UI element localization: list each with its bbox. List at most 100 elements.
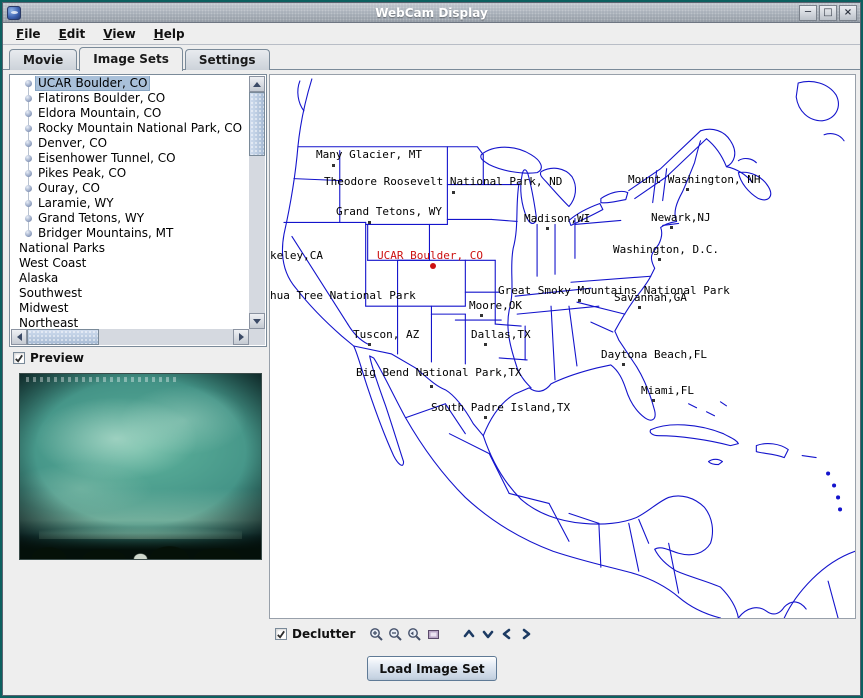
chevron-left-icon xyxy=(500,627,514,641)
menu-view-label: iew xyxy=(112,27,135,41)
tree-item-leaf[interactable]: Denver, CO xyxy=(11,136,249,151)
tree-item-label: Denver, CO xyxy=(36,136,109,150)
map-label: South Padre Island,TX xyxy=(431,402,570,413)
tab-settings[interactable]: Settings xyxy=(185,49,270,70)
map-point-marker xyxy=(484,343,487,346)
close-button[interactable]: × xyxy=(839,5,857,21)
horizontal-scrollbar-thumb[interactable] xyxy=(27,329,99,345)
vertical-scrollbar-thumb[interactable] xyxy=(249,92,265,156)
tree-item-label: Southwest xyxy=(17,286,84,300)
tree-item-leaf[interactable]: Grand Tetons, WY xyxy=(11,211,249,226)
menu-view-mnemonic: V xyxy=(103,27,112,41)
map-panel[interactable]: Many Glacier, MT Theodore Roosevelt Natio… xyxy=(269,74,856,619)
pan-right-button[interactable] xyxy=(516,625,535,644)
chevron-right-icon xyxy=(519,627,533,641)
menu-help-label: elp xyxy=(164,27,185,41)
tree-item-label: Flatirons Boulder, CO xyxy=(36,91,167,105)
tree-leaf-icon xyxy=(25,125,32,132)
map-label: Dallas,TX xyxy=(471,329,531,340)
tree-item-leaf[interactable]: Flatirons Boulder, CO xyxy=(11,91,249,106)
tree-item-label: Laramie, WY xyxy=(36,196,116,210)
tree-leaf-icon xyxy=(25,140,32,147)
window-title: WebCam Display xyxy=(3,3,860,23)
tab-bar: Movie Image Sets Settings xyxy=(9,47,272,70)
map-label: Theodore Roosevelt National Park, ND xyxy=(324,176,562,187)
map-toolbar: Declutter xyxy=(275,624,535,644)
menu-file[interactable]: File xyxy=(7,25,50,43)
tree-item-leaf[interactable]: Rocky Mountain National Park, CO xyxy=(11,121,249,136)
tree-item-group[interactable]: West Coast xyxy=(11,256,249,271)
tab-content-image-sets: UCAR Boulder, COFlatirons Boulder, COEld… xyxy=(3,69,860,695)
minimize-button[interactable]: ─ xyxy=(799,5,817,21)
tree-item-leaf[interactable]: Eldora Mountain, CO xyxy=(11,106,249,121)
tree-item-group[interactable]: Alaska xyxy=(11,271,249,286)
pan-left-button[interactable] xyxy=(497,625,516,644)
tree-item-leaf[interactable]: UCAR Boulder, CO xyxy=(11,76,249,91)
scroll-down-button[interactable] xyxy=(249,313,265,329)
tree-item-label: UCAR Boulder, CO xyxy=(36,76,149,90)
tree-leaf-icon xyxy=(25,230,32,237)
menu-edit-label: dit xyxy=(67,27,85,41)
menu-edit[interactable]: Edit xyxy=(50,25,95,43)
tree-horizontal-scrollbar[interactable] xyxy=(11,329,249,345)
pan-controls xyxy=(459,625,535,644)
checkmark-icon xyxy=(14,353,24,364)
pan-up-button[interactable] xyxy=(459,625,478,644)
tree-item-group[interactable]: Northeast xyxy=(11,316,249,329)
tree-leaf-icon xyxy=(25,110,32,117)
tree-leaf-icon xyxy=(25,95,32,102)
pan-down-button[interactable] xyxy=(478,625,497,644)
tree-item-label: West Coast xyxy=(17,256,88,270)
tree-item-group[interactable]: National Parks xyxy=(11,241,249,256)
tree-item-group[interactable]: Midwest xyxy=(11,301,249,316)
tree-item-leaf[interactable]: Eisenhower Tunnel, CO xyxy=(11,151,249,166)
zoom-in-button[interactable] xyxy=(367,625,386,644)
titlebar[interactable]: WebCam Display ─ □ × xyxy=(3,3,860,23)
map-point-marker xyxy=(480,314,483,317)
preview-label: Preview xyxy=(30,351,84,365)
scroll-right-button[interactable] xyxy=(233,329,249,345)
scroll-left-button[interactable] xyxy=(11,329,27,345)
tree-leaf-icon xyxy=(25,155,32,162)
map-point-marker xyxy=(332,164,335,167)
map-label: Daytona Beach,FL xyxy=(601,349,707,360)
chevron-down-icon xyxy=(481,627,495,641)
preview-checkbox[interactable]: Preview xyxy=(13,350,84,366)
site-tree-panel: UCAR Boulder, COFlatirons Boulder, COEld… xyxy=(9,74,267,347)
tree-item-leaf[interactable]: Bridger Mountains, MT xyxy=(11,226,249,241)
map-point-marker xyxy=(484,416,487,419)
tree-item-label: Eisenhower Tunnel, CO xyxy=(36,151,178,165)
tree-item-label: Midwest xyxy=(17,301,70,315)
menu-view[interactable]: View xyxy=(94,25,144,43)
reset-view-button[interactable] xyxy=(424,625,443,644)
map-label: Big Bend National Park,TX xyxy=(356,367,522,378)
tree-item-leaf[interactable]: Pikes Peak, CO xyxy=(11,166,249,181)
tab-image-sets[interactable]: Image Sets xyxy=(79,47,183,71)
map-label: Many Glacier, MT xyxy=(316,149,422,160)
zoom-previous-button[interactable] xyxy=(405,625,424,644)
scroll-up-button[interactable] xyxy=(249,76,265,92)
tree-item-label: Northeast xyxy=(17,316,80,329)
menu-help[interactable]: Help xyxy=(145,25,194,43)
arrow-left-icon xyxy=(17,333,22,341)
treeline-silhouette xyxy=(20,533,261,559)
checkmark-icon xyxy=(276,629,286,640)
tree-item-label: Rocky Mountain National Park, CO xyxy=(36,121,244,135)
tree-item-leaf[interactable]: Laramie, WY xyxy=(11,196,249,211)
maximize-button[interactable]: □ xyxy=(819,5,837,21)
map-point-marker xyxy=(368,343,371,346)
load-image-set-button[interactable]: Load Image Set xyxy=(367,656,497,681)
tree-item-group[interactable]: Southwest xyxy=(11,286,249,301)
tree-vertical-scrollbar[interactable] xyxy=(249,76,265,329)
menu-edit-mnemonic: E xyxy=(59,27,67,41)
map-label: Tuscon, AZ xyxy=(353,329,419,340)
map-point-marker xyxy=(452,191,455,194)
declutter-checkbox[interactable]: Declutter xyxy=(275,627,355,641)
arrow-down-icon xyxy=(253,319,261,324)
map-label: Newark,NJ xyxy=(651,212,711,223)
map-label: Madison,WI xyxy=(524,213,590,224)
tree-item-leaf[interactable]: Ouray, CO xyxy=(11,181,249,196)
tab-movie[interactable]: Movie xyxy=(9,49,77,70)
tree-item-label: Bridger Mountains, MT xyxy=(36,226,175,240)
zoom-out-button[interactable] xyxy=(386,625,405,644)
